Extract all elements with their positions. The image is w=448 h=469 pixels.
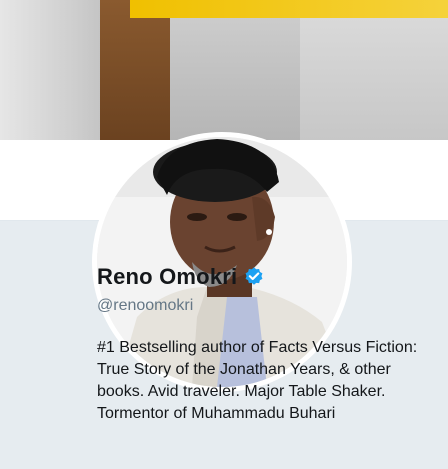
- bio: #1 Bestselling author of Facts Versus Fi…: [97, 339, 418, 422]
- banner-wood-panel: [100, 0, 170, 140]
- banner-right-wall: [300, 18, 448, 140]
- profile-card-header: [0, 132, 448, 392]
- verified-badge-icon: [243, 266, 265, 288]
- name-row: Reno Omokri: [97, 262, 437, 292]
- handle[interactable]: @renoomokri: [97, 297, 437, 315]
- profile-page: Reno Omokri @renoomokri #1 Bestselling a…: [0, 0, 448, 469]
- banner-yellow-strip: [130, 0, 448, 18]
- profile-banner[interactable]: [0, 0, 448, 140]
- display-name[interactable]: Reno Omokri: [97, 264, 237, 290]
- profile-info: Reno Omokri @renoomokri #1 Bestselling a…: [97, 262, 437, 425]
